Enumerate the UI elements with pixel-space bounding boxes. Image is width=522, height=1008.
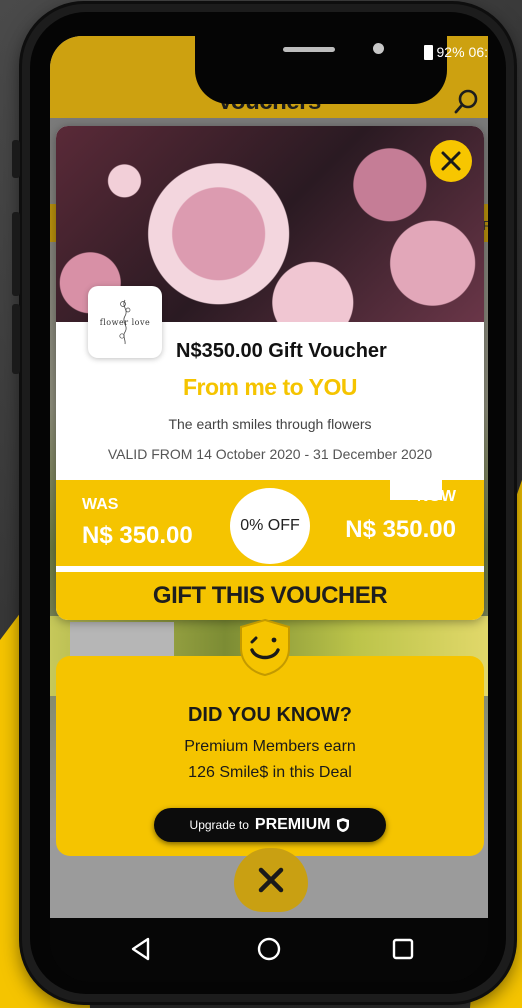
now-price: N$ 350.00 [345,516,456,543]
price-bar: WAS N$ 350.00 NOW N$ 350.00 0% OFF [56,480,484,566]
smiley-shield-icon [240,618,290,676]
back-icon [131,937,150,961]
did-you-know-line-2: 126 Smile$ in this Deal [188,764,352,781]
was-label: WAS [82,496,119,513]
was-price: N$ 350.00 [82,522,193,549]
status-time: 06: [468,44,488,60]
screen: Vouchers R flower love N$350.00 Gift [50,36,488,918]
upgrade-prefix: Upgrade to [189,818,249,832]
voucher-description: The earth smiles through flowers [168,416,372,432]
did-you-know-panel: DID YOU KNOW? Premium Members earn 126 S… [56,656,484,856]
search-icon[interactable] [454,88,480,114]
now-label-overlay [390,480,442,500]
premium-label: PREMIUM [254,816,331,833]
nav-recents-button[interactable] [388,934,418,964]
battery-icon [423,44,433,60]
gift-voucher-button[interactable]: GIFT THIS VOUCHER [56,572,484,620]
dismiss-button[interactable] [234,848,308,912]
android-nav-bar [50,918,488,982]
battery-percent: 92% [436,44,465,60]
camera-notch [195,36,447,104]
did-you-know-title: DID YOU KNOW? [187,704,353,726]
voucher-card: flower love N$350.00 Gift Voucher From m… [56,126,484,620]
home-icon [257,937,281,961]
shield-icon [337,818,350,832]
volume-up-button [12,212,20,296]
recents-icon [392,938,414,960]
merchant-logo: flower love [88,286,162,358]
nav-home-button[interactable] [254,934,284,964]
status-bar: 92% 06: [423,42,488,62]
close-icon [441,151,461,171]
side-button [12,140,20,178]
upgrade-premium-button[interactable]: Upgrade to PREMIUM [154,808,386,842]
close-icon [258,867,284,893]
voucher-validity: VALID FROM 14 October 2020 - 31 December… [107,446,433,462]
did-you-know-line-1: Premium Members earn [184,738,356,755]
close-button[interactable] [430,140,472,182]
voucher-subtitle: From me to YOU [182,374,358,400]
voucher-title: N$350.00 Gift Voucher [176,340,387,362]
discount-badge: 0% OFF [230,488,310,564]
nav-back-button[interactable] [126,934,156,964]
volume-down-button [12,304,20,374]
